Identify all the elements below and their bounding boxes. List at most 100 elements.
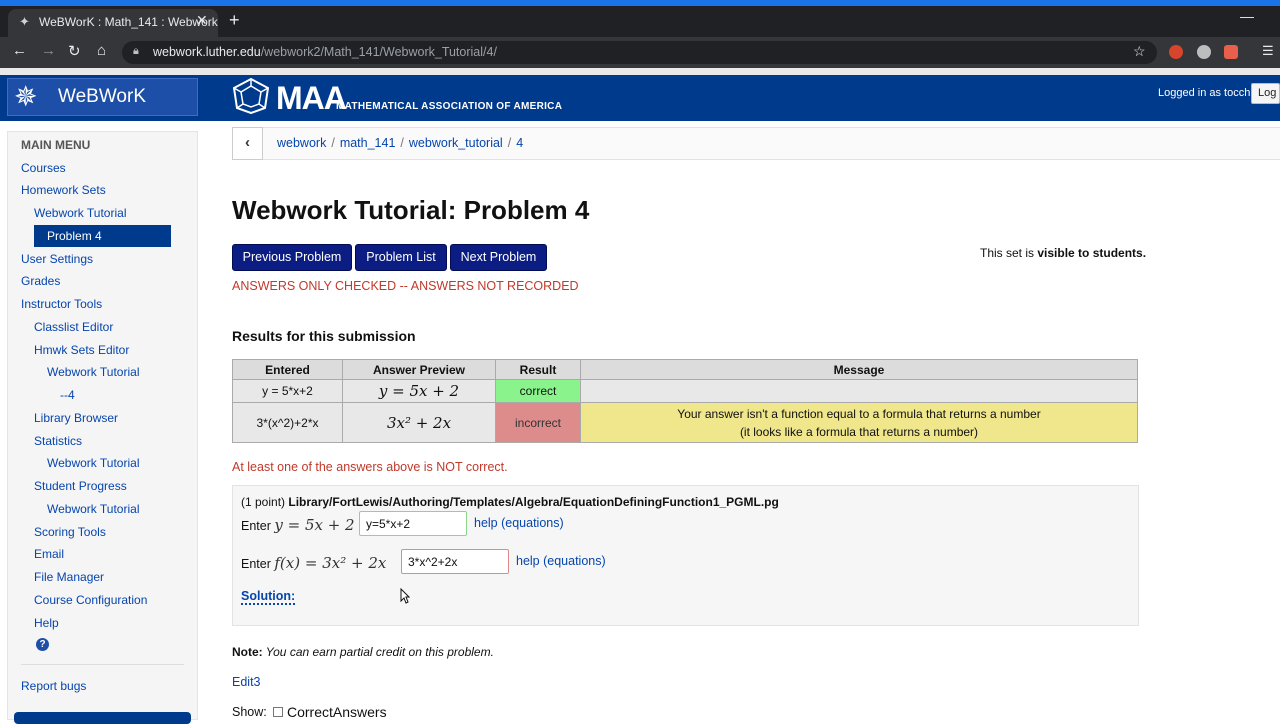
note-text: You can earn partial credit on this prob…	[262, 645, 494, 659]
sidebar-item-problem-4[interactable]: Problem 4	[34, 225, 171, 247]
preview-cell: y = 5x + 2	[342, 379, 496, 403]
sidebar-divider	[21, 664, 184, 665]
col-entered: Entered	[232, 359, 343, 380]
webwork-favicon-icon: ✦	[19, 14, 30, 29]
visibility-status: This set is visible to students.	[980, 246, 1146, 260]
entered-cell: 3*(x^2)+2*x	[232, 402, 343, 443]
chevron-left-icon[interactable]: ‹	[232, 127, 263, 160]
extension-arrow-icon[interactable]	[1224, 45, 1238, 59]
sidebar-item-help[interactable]: Help	[34, 616, 59, 630]
logout-button[interactable]: Log	[1251, 83, 1280, 104]
webwork-star-icon: ✵	[14, 81, 38, 112]
sidebar-bottom-button[interactable]	[14, 712, 191, 724]
lock-icon[interactable]: 🔒︎	[133, 45, 139, 58]
breadcrumb-webwork[interactable]: webwork	[277, 136, 326, 150]
sidebar-item-scoring-tools[interactable]: Scoring Tools	[34, 525, 106, 539]
results-table: Entered Answer Preview Result Message y …	[232, 359, 1138, 443]
results-heading: Results for this submission	[232, 328, 416, 344]
question-2-label: Enter f(x) = 3x² + 2x	[241, 554, 386, 572]
visibility-value: visible to students.	[1037, 246, 1147, 260]
answer-2-input[interactable]	[401, 549, 509, 574]
partial-credit-note: Note: You can earn partial credit on thi…	[232, 645, 494, 659]
message-cell: Your answer isn't a function equal to a …	[580, 402, 1138, 443]
sidebar-item-email[interactable]: Email	[34, 547, 64, 561]
url-host: webwork.luther.edu	[153, 45, 261, 59]
sidebar-item-user-settings[interactable]: User Settings	[21, 252, 93, 266]
answer-1-input[interactable]	[359, 511, 467, 536]
table-row: 3*(x^2)+2*x 3x² + 2x incorrect Your answ…	[232, 402, 1138, 443]
not-correct-warning: At least one of the answers above is NOT…	[232, 460, 508, 474]
visibility-prefix: This set is	[980, 246, 1038, 260]
help-equations-link-2[interactable]: help (equations)	[516, 554, 606, 568]
question-1-label: Enter y = 5x + 2	[241, 516, 355, 534]
question-1-math: y = 5x + 2	[274, 516, 355, 534]
problem-list-button[interactable]: Problem List	[355, 244, 447, 271]
maa-full-name: MATHEMATICAL ASSOCIATION OF AMERICA	[336, 101, 563, 112]
solution-toggle[interactable]: Solution:	[241, 589, 296, 605]
mouse-cursor-icon	[400, 588, 410, 604]
sidebar-item-statistics[interactable]: Statistics	[34, 434, 82, 448]
correct-answers-checkbox[interactable]	[273, 707, 283, 717]
breadcrumb-separator: /	[507, 136, 512, 150]
entered-cell: y = 5*x+2	[232, 379, 343, 403]
sidebar-item-statistics-webwork-tutorial[interactable]: Webwork Tutorial	[47, 456, 139, 470]
problem-points: (1 point)	[241, 495, 289, 509]
page-top-strip	[0, 68, 1280, 75]
sidebar-item-instructor-tools[interactable]: Instructor Tools	[21, 297, 102, 311]
problem-source: (1 point) Library/FortLewis/Authoring/Te…	[241, 495, 779, 509]
show-label: Show:	[232, 705, 267, 719]
sidebar-item-homework-sets[interactable]: Homework Sets	[21, 183, 106, 197]
preview-cell: 3x² + 2x	[342, 402, 496, 443]
result-correct-cell: correct	[495, 379, 581, 403]
browser-tab[interactable]: WeBWorK : Math_141 : Webwork	[8, 9, 218, 37]
sidebar-item-webwork-tutorial[interactable]: Webwork Tutorial	[34, 206, 126, 220]
new-tab-icon[interactable]: +	[229, 10, 240, 31]
result-incorrect-cell: incorrect	[495, 402, 581, 443]
minimize-icon[interactable]: —	[1240, 8, 1254, 24]
breadcrumb-links: webwork / math_141 / webwork_tutorial / 4	[277, 136, 523, 150]
home-icon[interactable]: ⌂	[97, 42, 106, 59]
previous-problem-button[interactable]: Previous Problem	[232, 244, 352, 271]
breadcrumb-problem-4[interactable]: 4	[516, 136, 523, 150]
enter-label: Enter	[241, 557, 271, 571]
browser-menu-icon[interactable]: ☰	[1262, 43, 1274, 59]
message-line-2: (it looks like a formula that returns a …	[739, 424, 979, 439]
main-menu-title: MAIN MENU	[21, 138, 91, 152]
next-problem-button[interactable]: Next Problem	[450, 244, 547, 271]
sidebar-item-editor-problem-4[interactable]: --4	[60, 388, 75, 402]
ublock-extension-icon[interactable]	[1169, 45, 1183, 59]
report-bugs-link[interactable]: Report bugs	[21, 679, 86, 693]
correct-answers-label[interactable]: CorrectAnswers	[287, 704, 387, 720]
url-text[interactable]: webwork.luther.edu/webwork2/Math_141/Web…	[153, 45, 497, 59]
help-equations-link-1[interactable]: help (equations)	[474, 516, 564, 530]
back-arrow-icon[interactable]: ←	[12, 42, 27, 59]
sidebar-item-progress-webwork-tutorial[interactable]: Webwork Tutorial	[47, 502, 139, 516]
sidebar-item-file-manager[interactable]: File Manager	[34, 570, 104, 584]
col-result: Result	[495, 359, 581, 380]
breadcrumb-webwork-tutorial[interactable]: webwork_tutorial	[409, 136, 503, 150]
table-row: y = 5*x+2 y = 5x + 2 correct	[232, 379, 1138, 403]
maa-polyhedron-icon	[232, 78, 270, 114]
page-title: Webwork Tutorial: Problem 4	[232, 195, 590, 225]
sidebar-item-classlist-editor[interactable]: Classlist Editor	[34, 320, 113, 334]
sidebar-item-grades[interactable]: Grades	[21, 274, 60, 288]
message-cell	[580, 379, 1138, 403]
edit-problem-link[interactable]: Edit3	[232, 675, 261, 689]
sidebar-item-courses[interactable]: Courses	[21, 161, 66, 175]
reload-icon[interactable]: ↻	[68, 42, 81, 60]
tab-close-icon[interactable]: ✕	[196, 12, 208, 29]
sidebar-item-library-browser[interactable]: Library Browser	[34, 411, 118, 425]
results-header-row: Entered Answer Preview Result Message	[232, 359, 1138, 380]
sidebar-item-course-configuration[interactable]: Course Configuration	[34, 593, 147, 607]
col-answer-preview: Answer Preview	[342, 359, 496, 380]
bookmark-star-icon[interactable]: ☆	[1133, 43, 1146, 60]
help-question-icon[interactable]: ?	[36, 638, 49, 651]
sidebar-item-hmwk-sets-editor[interactable]: Hmwk Sets Editor	[34, 343, 129, 357]
forward-arrow-icon[interactable]: →	[41, 42, 56, 59]
sidebar-item-editor-webwork-tutorial[interactable]: Webwork Tutorial	[47, 365, 139, 379]
problem-path: Library/FortLewis/Authoring/Templates/Al…	[288, 495, 779, 509]
breadcrumb-math-141[interactable]: math_141	[340, 136, 396, 150]
breadcrumb-separator: /	[400, 136, 404, 150]
sidebar-item-student-progress[interactable]: Student Progress	[34, 479, 127, 493]
extension-circle-icon[interactable]	[1197, 45, 1211, 59]
